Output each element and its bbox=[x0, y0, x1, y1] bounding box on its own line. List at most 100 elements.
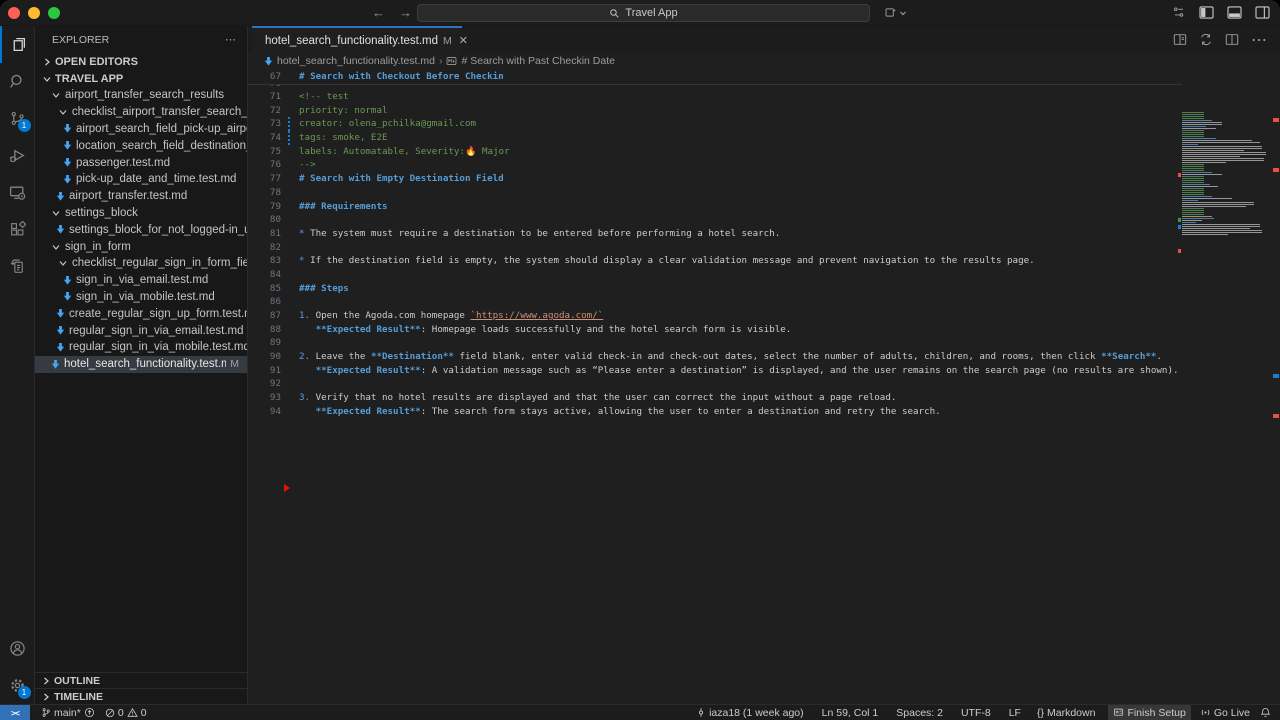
code-line[interactable]: 933. Verify that no hotel results are di… bbox=[248, 391, 1280, 405]
tree-item[interactable]: settings_block bbox=[35, 205, 247, 222]
indentation-item[interactable]: Spaces: 2 bbox=[891, 705, 948, 720]
minimize-window-button[interactable] bbox=[28, 7, 40, 19]
problems-item[interactable]: 0 0 bbox=[100, 705, 152, 720]
more-actions-icon[interactable]: ⋯ bbox=[1251, 30, 1268, 50]
minimap[interactable] bbox=[1182, 112, 1270, 512]
code-line[interactable]: 91 **Expected Result**: A validation mes… bbox=[248, 364, 1280, 378]
language-mode-item[interactable]: {} Markdown bbox=[1032, 705, 1100, 720]
open-remote-window-icon[interactable] bbox=[884, 6, 897, 19]
code-line[interactable]: 84 bbox=[248, 268, 1280, 282]
finish-setup-item[interactable]: Finish Setup bbox=[1108, 705, 1190, 720]
outline-section[interactable]: OUTLINE bbox=[35, 672, 247, 688]
explorer-actions-icon[interactable]: ⋯ bbox=[225, 33, 237, 46]
code-line[interactable]: 77# Search with Empty Destination Field bbox=[248, 172, 1280, 186]
notifications-item[interactable] bbox=[1255, 705, 1276, 720]
cursor-position-item[interactable]: Ln 59, Col 1 bbox=[817, 705, 884, 720]
code-line[interactable]: 871. Open the Agoda.com homepage `https:… bbox=[248, 309, 1280, 323]
command-center-title: Travel App bbox=[625, 7, 677, 19]
tree-item[interactable]: airport_transfer_search_results bbox=[35, 87, 247, 104]
open-preview-icon[interactable] bbox=[1173, 33, 1187, 46]
code-lines[interactable]: 71<!-- test72priority: normal73creator: … bbox=[248, 90, 1280, 419]
tree-item[interactable]: location_search_field_destination_l... bbox=[35, 137, 247, 154]
git-blame-item[interactable]: iaza18 (1 week ago) bbox=[691, 705, 809, 720]
tree-item-label: passenger.test.md bbox=[76, 157, 170, 169]
tab-hotel-search-functionality[interactable]: hotel_search_functionality.test.md M ✕ bbox=[252, 26, 462, 53]
errors-icon bbox=[105, 708, 115, 718]
close-window-button[interactable] bbox=[8, 7, 20, 19]
tree-item[interactable]: pick-up_date_and_time.test.md bbox=[35, 171, 247, 188]
vscode-window: ← → Travel App bbox=[0, 0, 1280, 720]
navigate-back-icon[interactable]: ← bbox=[372, 5, 385, 20]
explorer-icon[interactable] bbox=[0, 26, 35, 63]
split-editor-icon[interactable] bbox=[1225, 33, 1239, 46]
open-changes-icon[interactable] bbox=[1199, 33, 1213, 46]
tree-item[interactable]: checklist_airport_transfer_search_fie... bbox=[35, 104, 247, 121]
editor[interactable]: 67 # Search with Checkout Before Checkin… bbox=[248, 69, 1280, 704]
tree-item[interactable]: passenger.test.md bbox=[35, 154, 247, 171]
tree-item-label: regular_sign_in_via_email.test.md bbox=[69, 325, 244, 337]
breadcrumb-symbol[interactable]: # Search with Past Checkin Date bbox=[461, 55, 615, 67]
code-line[interactable]: 89 bbox=[248, 336, 1280, 350]
code-line[interactable]: 81* The system must require a destinatio… bbox=[248, 227, 1280, 241]
search-view-icon[interactable] bbox=[0, 63, 35, 100]
timeline-section[interactable]: TIMELINE bbox=[35, 688, 247, 704]
code-line[interactable]: 73creator: olena_pchilka@gmail.com bbox=[248, 117, 1280, 131]
tree-item[interactable]: sign_in_via_mobile.test.md bbox=[35, 289, 247, 306]
overview-ruler[interactable] bbox=[1272, 69, 1280, 704]
tree-item[interactable]: airport_search_field_pick-up_airpor... bbox=[35, 121, 247, 138]
code-line[interactable]: 75labels: Automatable, Severity:🔥 Major bbox=[248, 145, 1280, 159]
encoding-item[interactable]: UTF-8 bbox=[956, 705, 996, 720]
workspace-root-section[interactable]: TRAVEL APP bbox=[35, 70, 247, 87]
code-line[interactable]: 76--> bbox=[248, 158, 1280, 172]
tree-item[interactable]: regular_sign_in_via_mobile.test.md bbox=[35, 339, 247, 356]
code-line[interactable]: 92 bbox=[248, 377, 1280, 391]
code-line[interactable]: 72priority: normal bbox=[248, 104, 1280, 118]
code-line[interactable]: 71<!-- test bbox=[248, 90, 1280, 104]
tree-item[interactable]: airport_transfer.test.md bbox=[35, 188, 247, 205]
code-line[interactable]: 80 bbox=[248, 213, 1280, 227]
customize-layout-icon[interactable] bbox=[1172, 6, 1186, 19]
code-line[interactable]: 74tags: smoke, E2E bbox=[248, 131, 1280, 145]
zoom-window-button[interactable] bbox=[48, 7, 60, 19]
extensions-icon[interactable] bbox=[0, 211, 35, 248]
test-docs-extension-icon[interactable] bbox=[0, 248, 35, 285]
sticky-scroll-line[interactable]: 67 # Search with Checkout Before Checkin bbox=[248, 69, 1182, 85]
tree-item[interactable]: sign_in_form bbox=[35, 238, 247, 255]
remote-indicator[interactable]: >< bbox=[0, 705, 30, 720]
command-center[interactable]: Travel App bbox=[417, 4, 870, 22]
remote-explorer-icon[interactable] bbox=[0, 174, 35, 211]
code-line[interactable]: 88 **Expected Result**: Homepage loads s… bbox=[248, 323, 1280, 337]
go-live-item[interactable]: Go Live bbox=[1195, 705, 1255, 720]
tree-item[interactable]: checklist_regular_sign_in_form_field... bbox=[35, 255, 247, 272]
source-control-icon[interactable]: 1 bbox=[0, 100, 35, 137]
code-line[interactable]: 902. Leave the **Destination** field bla… bbox=[248, 350, 1280, 364]
breadcrumb[interactable]: hotel_search_functionality.test.md › # S… bbox=[248, 53, 1280, 69]
toggle-panel-icon[interactable] bbox=[1227, 6, 1242, 19]
accounts-icon[interactable] bbox=[0, 630, 35, 667]
tree-item[interactable]: settings_block_for_not_logged-in_us... bbox=[35, 221, 247, 238]
tree-item[interactable]: create_regular_sign_up_form.test.md bbox=[35, 305, 247, 322]
code-line[interactable]: 82 bbox=[248, 241, 1280, 255]
tree-item[interactable]: hotel_search_functionality.test.mdM bbox=[35, 356, 247, 373]
bell-icon bbox=[1260, 707, 1271, 718]
toggle-primary-sidebar-icon[interactable] bbox=[1199, 6, 1214, 19]
code-line[interactable]: 94 **Expected Result**: The search form … bbox=[248, 405, 1280, 419]
tree-item[interactable]: regular_sign_in_via_email.test.md bbox=[35, 322, 247, 339]
tree-item[interactable]: sign_in_via_email.test.md bbox=[35, 272, 247, 289]
settings-gear-icon[interactable]: 1 bbox=[0, 667, 35, 704]
eol-item[interactable]: LF bbox=[1004, 705, 1026, 720]
toggle-secondary-sidebar-icon[interactable] bbox=[1255, 6, 1270, 19]
code-line[interactable]: 83* If the destination field is empty, t… bbox=[248, 254, 1280, 268]
open-editors-section[interactable]: OPEN EDITORS bbox=[35, 53, 247, 70]
sticky-line-text: # Search with Checkout Before Checkin bbox=[281, 70, 504, 84]
navigate-forward-icon[interactable]: → bbox=[399, 5, 412, 20]
code-line[interactable]: 85### Steps bbox=[248, 282, 1280, 296]
run-debug-icon[interactable] bbox=[0, 137, 35, 174]
close-tab-icon[interactable]: ✕ bbox=[459, 34, 468, 47]
code-line[interactable]: 86 bbox=[248, 295, 1280, 309]
gutter-modified-mark bbox=[288, 117, 290, 131]
git-branch-item[interactable]: main* bbox=[36, 705, 100, 720]
code-line[interactable]: 78 bbox=[248, 186, 1280, 200]
breadcrumb-file[interactable]: hotel_search_functionality.test.md bbox=[277, 55, 435, 67]
code-line[interactable]: 79### Requirements bbox=[248, 200, 1280, 214]
